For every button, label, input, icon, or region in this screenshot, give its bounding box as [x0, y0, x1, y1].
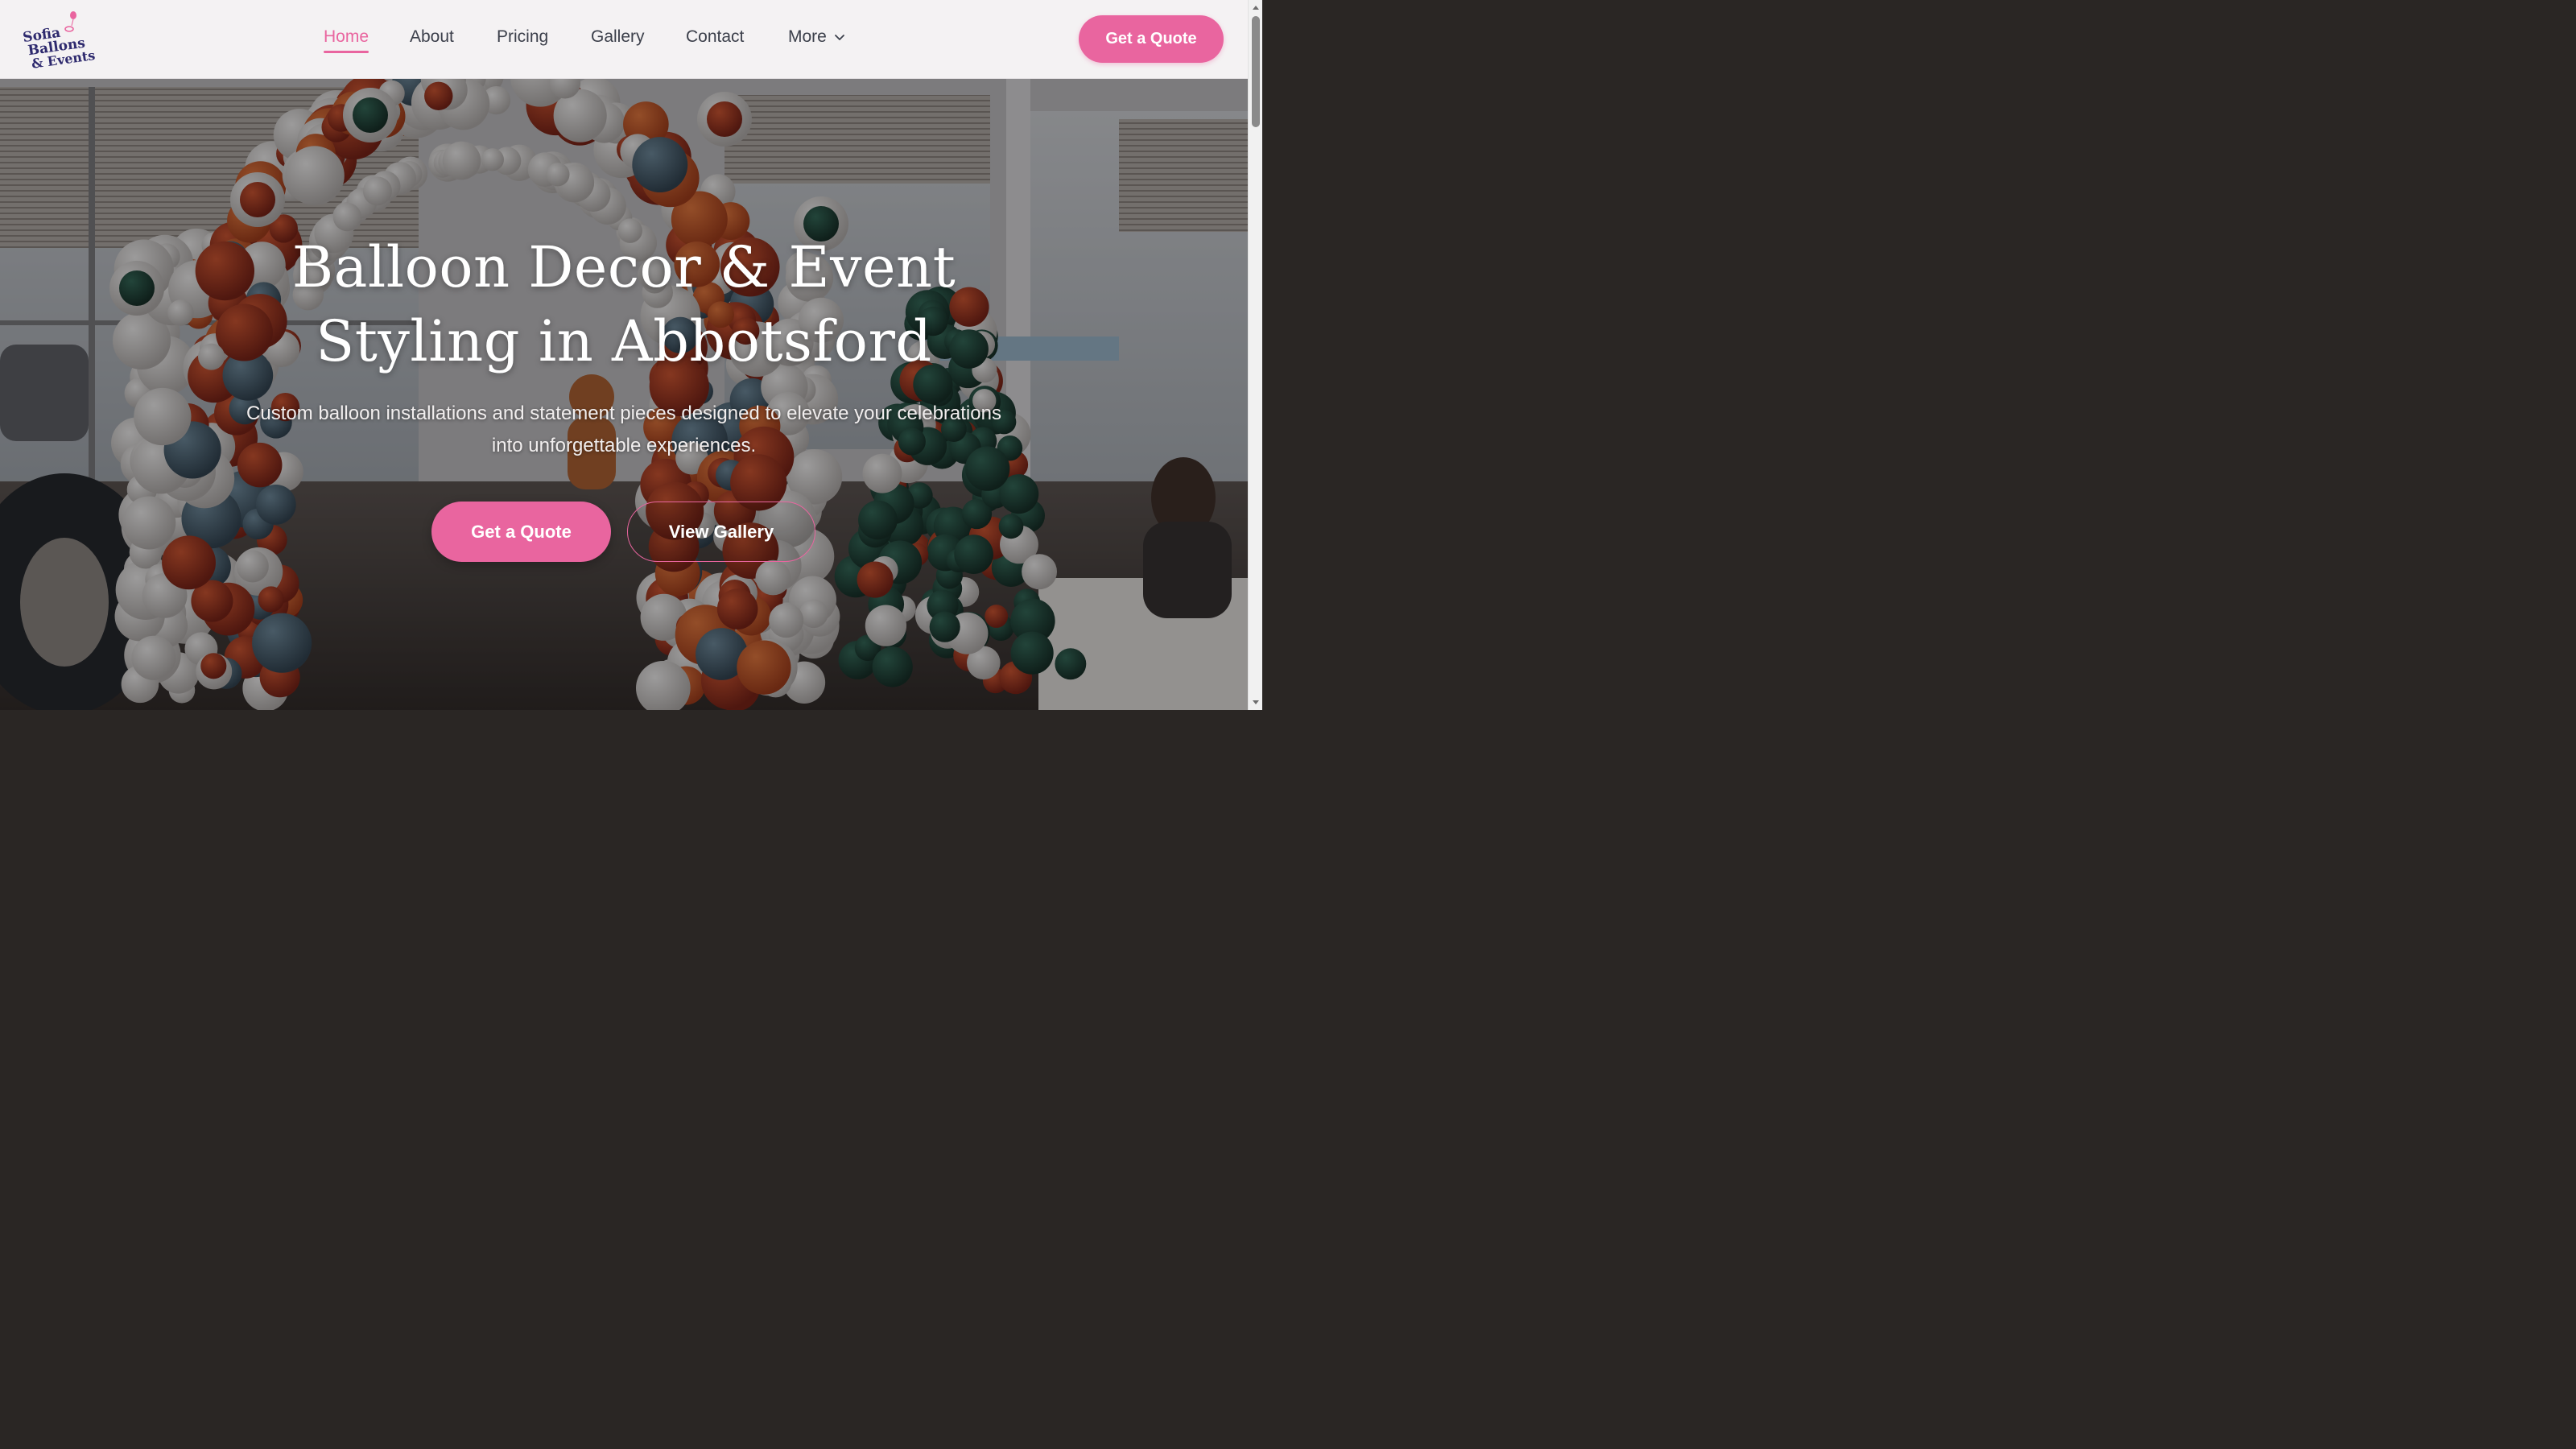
hero-title-line-1: Balloon Decor & Event: [291, 234, 956, 300]
hero-section: Balloon Decor & Event Styling in Abbotsf…: [0, 79, 1248, 710]
scroll-down-arrow-icon[interactable]: [1251, 697, 1261, 707]
nav-item-pricing[interactable]: Pricing: [497, 26, 548, 48]
hero-dark-overlay: [0, 79, 1248, 710]
nav-item-home[interactable]: Home: [324, 26, 369, 53]
page-scrollbar[interactable]: [1248, 0, 1262, 710]
site-header: Sofia Ballons & Events Home About Pricin…: [0, 0, 1248, 79]
hero-get-quote-button[interactable]: Get a Quote: [431, 502, 611, 562]
hero-subtitle: Custom balloon installations and stateme…: [246, 402, 1001, 456]
header-get-quote-button[interactable]: Get a Quote: [1079, 15, 1224, 63]
main-nav: Home About Pricing Gallery Contact More: [0, 0, 1248, 79]
chevron-down-icon: [834, 35, 844, 40]
hero-view-gallery-button[interactable]: View Gallery: [627, 502, 815, 562]
nav-item-more[interactable]: More: [788, 26, 846, 48]
nav-item-contact[interactable]: Contact: [686, 26, 744, 48]
scroll-up-arrow-icon[interactable]: [1251, 3, 1261, 13]
hero-title: Balloon Decor & Event Styling in Abbotsf…: [0, 230, 1248, 378]
nav-more-label: More: [788, 27, 827, 46]
nav-item-about[interactable]: About: [410, 26, 454, 48]
hero-title-line-2: Styling in Abbotsford: [316, 308, 932, 374]
scrollbar-thumb[interactable]: [1252, 16, 1260, 127]
nav-item-gallery[interactable]: Gallery: [591, 26, 645, 48]
